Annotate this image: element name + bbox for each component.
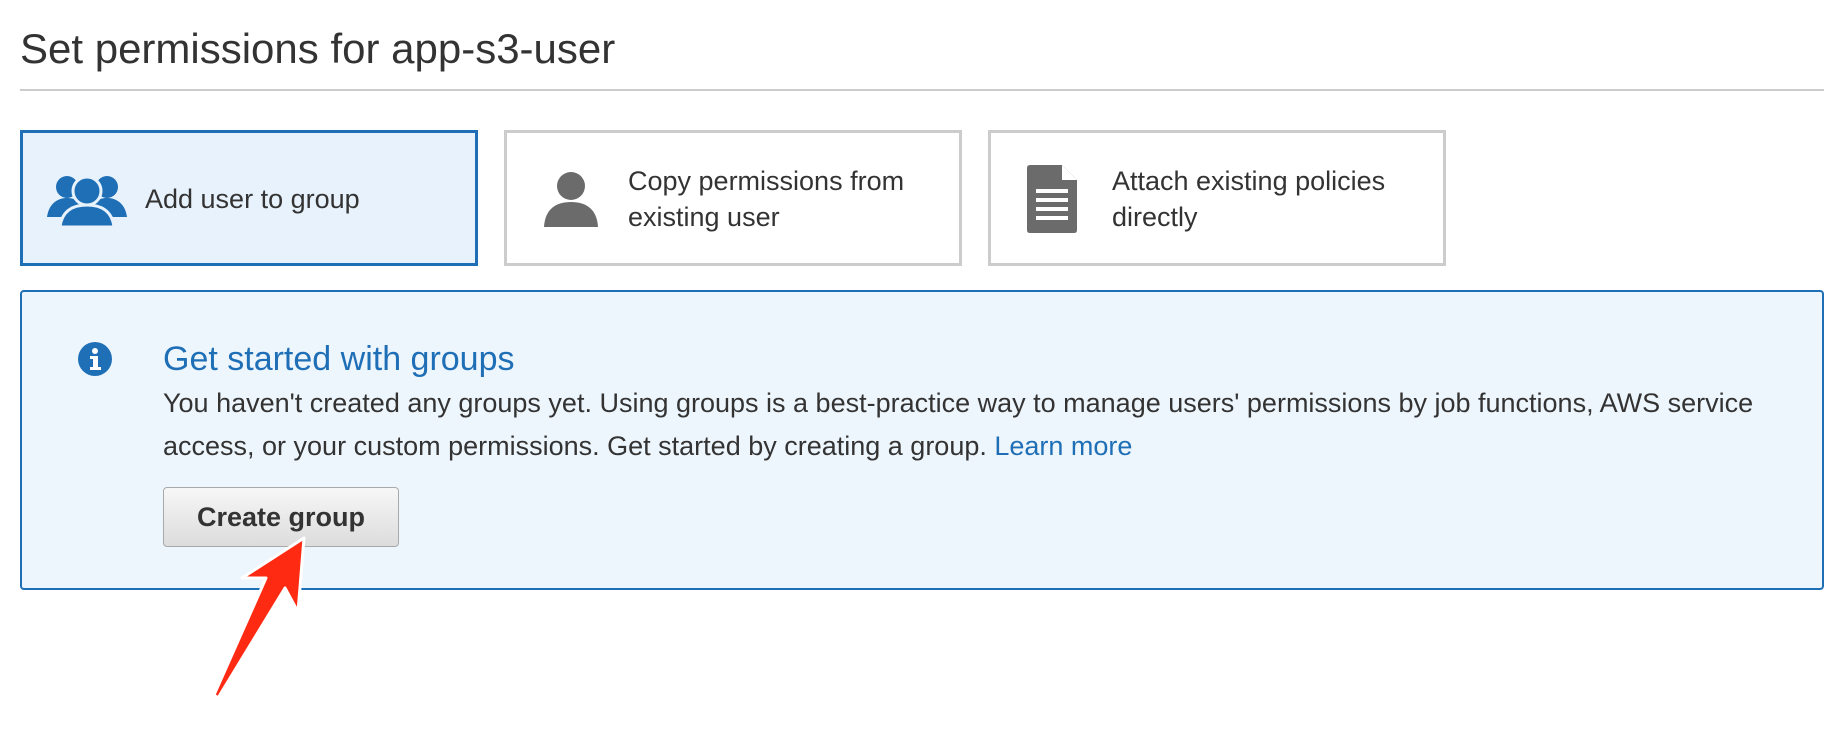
red-arrow-icon xyxy=(212,536,306,700)
